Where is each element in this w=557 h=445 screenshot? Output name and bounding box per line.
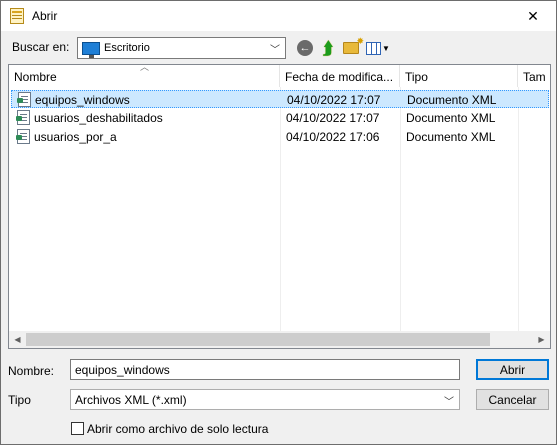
up-folder-icon: ⮭ <box>322 38 334 58</box>
file-name: usuarios_deshabilitados <box>34 111 163 125</box>
dropdown-arrow-icon: ▼ <box>382 43 390 53</box>
column-date-label: Fecha de modifica... <box>285 70 394 84</box>
column-size[interactable]: Tam <box>518 65 550 87</box>
file-type: Documento XML <box>407 93 497 107</box>
filetype-label: Tipo <box>8 393 31 407</box>
file-row[interactable]: usuarios_deshabilitados 04/10/2022 17:07… <box>11 109 549 127</box>
column-size-label: Tam <box>523 70 546 84</box>
file-date: 04/10/2022 17:06 <box>286 130 380 144</box>
filename-label: Nombre: <box>8 364 55 378</box>
desktop-icon <box>82 42 100 58</box>
chevron-down-icon: ﹀ <box>270 45 280 56</box>
view-menu-button[interactable]: ▼ <box>365 38 391 58</box>
filetype-dropdown[interactable]: Archivos XML (*.xml) ﹀ <box>70 389 460 410</box>
column-header: ︿ Nombre Fecha de modifica... Tipo Tam <box>9 65 550 87</box>
open-button[interactable]: Abrir <box>476 359 549 380</box>
file-row[interactable]: equipos_windows 04/10/2022 17:07 Documen… <box>11 90 549 108</box>
close-icon: ✕ <box>527 7 539 24</box>
app-window-icon <box>10 8 24 24</box>
title-bar[interactable]: Abrir ✕ <box>1 1 556 31</box>
column-date[interactable]: Fecha de modifica... <box>280 65 400 87</box>
xml-file-icon <box>16 110 30 125</box>
open-button-label: Abrir <box>499 362 526 377</box>
close-button[interactable]: ✕ <box>510 1 556 31</box>
column-name[interactable]: ︿ Nombre <box>9 65 280 87</box>
lookin-value: Escritorio <box>104 42 150 54</box>
column-name-label: Nombre <box>14 70 57 84</box>
chevron-down-icon: ﹀ <box>444 397 454 408</box>
column-type-label: Tipo <box>405 70 428 84</box>
column-type[interactable]: Tipo <box>400 65 518 87</box>
sort-ascending-icon: ︿ <box>140 65 150 72</box>
scroll-right-icon[interactable]: ▶ <box>533 331 550 348</box>
new-folder-icon <box>343 36 364 54</box>
file-date: 04/10/2022 17:07 <box>286 111 380 125</box>
lookin-label: Buscar en: <box>12 40 70 54</box>
open-file-dialog: Abrir ✕ Buscar en: Escritorio ﹀ ← ⮭ ▼ ︿ … <box>0 0 557 445</box>
xml-file-icon <box>17 92 31 107</box>
up-folder-button[interactable]: ⮭ <box>318 38 338 58</box>
back-icon: ← <box>297 40 313 56</box>
cancel-button[interactable]: Cancelar <box>476 389 549 410</box>
file-name: equipos_windows <box>35 93 130 107</box>
scroll-left-icon[interactable]: ◀ <box>9 331 26 348</box>
dialog-title: Abrir <box>32 9 58 23</box>
file-row[interactable]: usuarios_por_a 04/10/2022 17:06 Document… <box>11 128 549 146</box>
lookin-dropdown[interactable]: Escritorio ﹀ <box>77 37 286 59</box>
cancel-button-label: Cancelar <box>488 392 537 407</box>
scrollbar-thumb[interactable] <box>26 333 490 346</box>
readonly-label[interactable]: Abrir como archivo de solo lectura <box>87 422 268 436</box>
file-type: Documento XML <box>406 130 496 144</box>
file-name: usuarios_por_a <box>34 130 117 144</box>
file-date: 04/10/2022 17:07 <box>287 93 381 107</box>
view-menu-icon <box>366 41 382 55</box>
file-type: Documento XML <box>406 111 496 125</box>
readonly-checkbox[interactable] <box>71 422 84 435</box>
back-button[interactable]: ← <box>295 38 315 58</box>
filetype-value: Archivos XML (*.xml) <box>75 393 187 407</box>
file-list[interactable]: ︿ Nombre Fecha de modifica... Tipo Tam e… <box>8 64 551 349</box>
xml-file-icon <box>16 129 30 144</box>
horizontal-scrollbar[interactable]: ◀ ▶ <box>9 331 550 348</box>
new-folder-button[interactable] <box>341 36 364 58</box>
filename-input[interactable]: equipos_windows <box>70 359 460 380</box>
